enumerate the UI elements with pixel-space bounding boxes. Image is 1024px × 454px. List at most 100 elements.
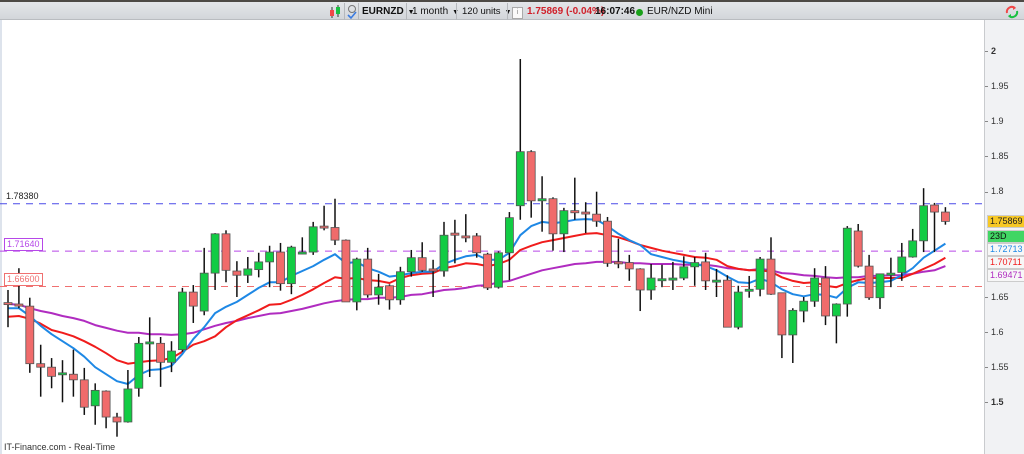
status-dot-icon: [636, 9, 643, 16]
candle-body: [919, 205, 928, 242]
candle-body: [352, 258, 362, 303]
last-price: 1.75869 (-0.04%): [527, 6, 605, 17]
candle-body: [537, 198, 547, 202]
y-tick-label: 1.55: [985, 362, 1009, 372]
candle-body: [755, 258, 765, 290]
candle-body: [930, 204, 939, 213]
candle-body: [90, 389, 100, 407]
candle-body: [374, 286, 384, 296]
candle-body: [603, 220, 612, 264]
candle: [417, 242, 427, 272]
candle-body: [624, 262, 634, 270]
candle: [712, 268, 721, 297]
candle: [635, 268, 645, 312]
symbol-label: EURNZD: [362, 6, 404, 17]
y-tick-label: 1.95: [985, 81, 1009, 91]
candle: [395, 266, 405, 305]
candle: [821, 266, 830, 326]
candle: [243, 256, 253, 283]
candle: [614, 238, 623, 269]
candle-body: [483, 253, 493, 289]
candle-body: [112, 416, 122, 423]
period-dropdown[interactable]: 1 month▼: [412, 4, 459, 20]
candle-body: [385, 285, 394, 301]
units-dropdown[interactable]: 120 units ▼: [462, 4, 512, 20]
candle: [908, 228, 918, 258]
ma-slow-line: [7, 260, 946, 336]
candle: [733, 285, 743, 330]
candle-body: [47, 366, 56, 377]
candle: [90, 383, 100, 425]
candle-body: [526, 151, 536, 202]
candle: [504, 212, 514, 281]
candle: [297, 237, 307, 255]
candle: [494, 251, 503, 289]
candle: [101, 390, 111, 429]
candle-body: [504, 217, 514, 254]
candle-body: [733, 291, 743, 328]
candle-body: [395, 271, 405, 301]
candle: [199, 247, 209, 316]
candle: [723, 275, 732, 328]
candle: [276, 242, 285, 291]
candle-body: [319, 225, 329, 229]
candle: [592, 191, 601, 227]
candlestick-chart-type-icon[interactable]: [327, 4, 343, 20]
candle: [788, 308, 798, 363]
candle-body: [712, 279, 721, 283]
info-icon[interactable]: i: [512, 7, 523, 19]
candle-body: [297, 251, 307, 255]
candle: [941, 207, 950, 225]
candle-body: [36, 363, 46, 368]
candle: [265, 245, 275, 288]
y-tick-label: 1.85: [985, 151, 1009, 161]
candle-body: [810, 277, 819, 302]
candle-body: [406, 257, 416, 273]
y-tick-label: 1.8: [985, 186, 1004, 196]
candle: [668, 261, 678, 290]
pin-check-icon[interactable]: [346, 4, 358, 20]
candle-body: [701, 261, 710, 282]
y-tick-label: 1.5: [985, 397, 1004, 407]
candle-body: [461, 235, 471, 239]
candle-body: [821, 277, 830, 317]
candle-body: [515, 151, 525, 207]
candle-body: [330, 227, 340, 241]
clock-time: 16:07:46: [595, 6, 636, 17]
candle-body: [842, 227, 852, 305]
y-tick-label: 1.6: [985, 327, 1004, 337]
candle: [177, 287, 187, 352]
candle-body: [265, 251, 275, 263]
candle-body: [472, 235, 482, 254]
y-tick-label: 1.9: [985, 116, 1004, 126]
candle-body: [276, 251, 285, 285]
candle-body: [221, 233, 231, 271]
candle-body: [799, 300, 809, 312]
candle: [832, 303, 841, 344]
candle-body: [592, 213, 601, 222]
candle-body: [363, 258, 373, 296]
candle: [755, 256, 765, 297]
candle: [374, 273, 384, 305]
data-source-label: IT-Finance.com - Real-Time: [4, 442, 116, 452]
candle-body: [570, 210, 580, 214]
candle: [842, 226, 852, 317]
level-label: 1.66600: [4, 273, 43, 287]
candle-body: [668, 277, 678, 281]
candle: [526, 150, 536, 218]
candle-body: [832, 303, 841, 317]
period-label: 1 month: [412, 6, 449, 17]
price-axis[interactable]: 2 1.95 1.9 1.85 1.8 1.65 1.6 1.55 1.5 1.75869 23D …: [984, 20, 1024, 454]
toolbar: EURNZD ▼ 1 month▼ 120 units▼ i 1.75869 (-…: [0, 0, 1024, 20]
candle-body: [788, 309, 798, 336]
candle: [188, 285, 198, 323]
price-tag: 1.69471: [987, 268, 1024, 282]
candle-body: [494, 252, 503, 288]
price-chart[interactable]: [0, 20, 984, 454]
candle-body: [14, 303, 24, 307]
candle-body: [254, 261, 264, 271]
candle-body: [199, 272, 209, 312]
level-label: 1.78380: [6, 190, 39, 201]
refresh-icon[interactable]: [1004, 4, 1020, 20]
candle: [581, 202, 591, 234]
